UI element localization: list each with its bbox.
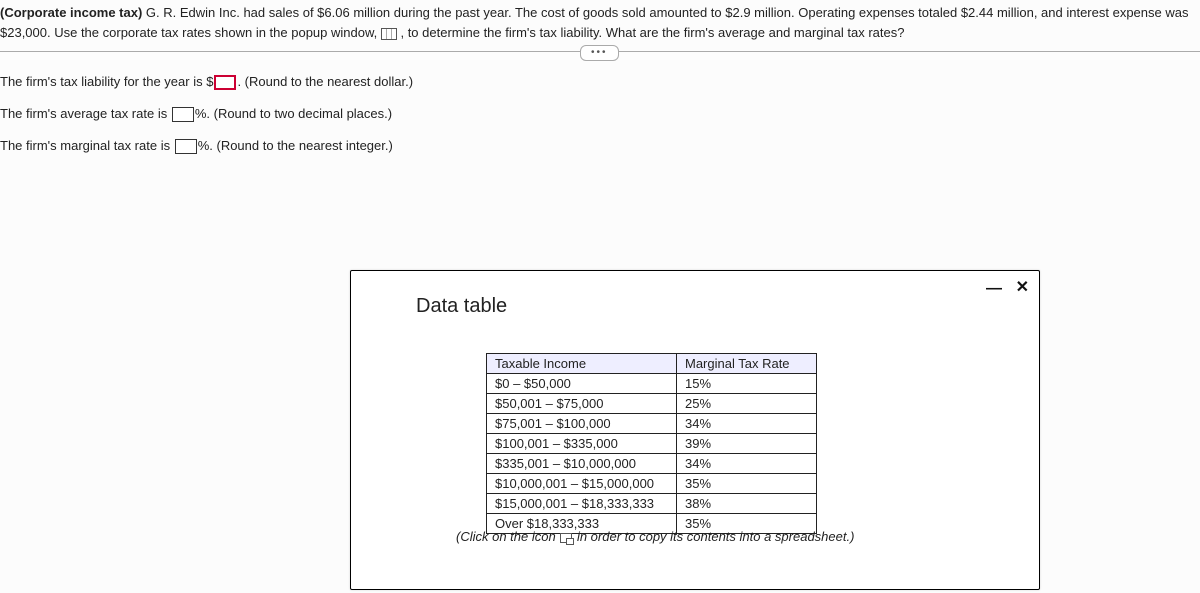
cell-income: $15,000,001 – $18,333,333 — [487, 494, 677, 514]
answer-section: The firm's tax liability for the year is… — [0, 74, 1200, 154]
cell-rate: 34% — [677, 414, 817, 434]
marginal-label-b: %. (Round to the nearest integer.) — [198, 138, 393, 153]
copy-note-a: (Click on the icon — [456, 529, 559, 544]
modal-controls: — ✕ — [976, 277, 1029, 298]
data-table-modal: — ✕ Data table Taxable Income Marginal T… — [350, 270, 1040, 590]
close-icon[interactable]: ✕ — [1016, 277, 1029, 297]
copy-icon[interactable] — [560, 533, 572, 543]
marginal-label-a: The firm's marginal tax rate is — [0, 138, 174, 153]
table-row: $50,001 – $75,00025% — [487, 394, 817, 414]
cell-income: $10,000,001 – $15,000,000 — [487, 474, 677, 494]
table-row: $15,000,001 – $18,333,33338% — [487, 494, 817, 514]
cell-rate: 25% — [677, 394, 817, 414]
table-header-row: Taxable Income Marginal Tax Rate — [487, 354, 817, 374]
cell-rate: 38% — [677, 494, 817, 514]
cell-rate: 35% — [677, 474, 817, 494]
average-label-b: %. (Round to two decimal places.) — [195, 106, 392, 121]
copy-note-b: in order to copy its contents into a spr… — [573, 529, 854, 544]
cell-income: $335,001 – $10,000,000 — [487, 454, 677, 474]
cell-rate: 39% — [677, 434, 817, 454]
tax-table: Taxable Income Marginal Tax Rate $0 – $5… — [486, 353, 817, 534]
answer-line-average: The firm's average tax rate is %. (Round… — [0, 106, 1200, 122]
table-row: $75,001 – $100,00034% — [487, 414, 817, 434]
tax-liability-input[interactable] — [214, 75, 236, 90]
table-row: $0 – $50,00015% — [487, 374, 817, 394]
liability-label-a: The firm's tax liability for the year is… — [0, 74, 213, 89]
cell-income: $100,001 – $335,000 — [487, 434, 677, 454]
modal-title: Data table — [416, 295, 507, 318]
marginal-rate-input[interactable] — [175, 139, 197, 154]
table-row: $100,001 – $335,00039% — [487, 434, 817, 454]
problem-body-b: , to determine the firm's tax liability.… — [397, 25, 905, 40]
table-row: $10,000,001 – $15,000,00035% — [487, 474, 817, 494]
answer-line-liability: The firm's tax liability for the year is… — [0, 74, 1200, 90]
copy-note: (Click on the icon in order to copy its … — [456, 529, 854, 544]
problem-title: (Corporate income tax) — [0, 5, 142, 20]
spreadsheet-icon[interactable] — [381, 28, 397, 40]
cell-income: $0 – $50,000 — [487, 374, 677, 394]
ellipsis-pill[interactable]: ••• — [580, 45, 619, 61]
cell-rate: 15% — [677, 374, 817, 394]
minimize-icon[interactable]: — — [986, 280, 1002, 298]
answer-line-marginal: The firm's marginal tax rate is %. (Roun… — [0, 138, 1200, 154]
liability-label-b: . (Round to the nearest dollar.) — [237, 74, 413, 89]
cell-rate: 34% — [677, 454, 817, 474]
average-label-a: The firm's average tax rate is — [0, 106, 171, 121]
table-row: $335,001 – $10,000,00034% — [487, 454, 817, 474]
header-income: Taxable Income — [487, 354, 677, 374]
average-rate-input[interactable] — [172, 107, 194, 122]
cell-income: $50,001 – $75,000 — [487, 394, 677, 414]
header-rate: Marginal Tax Rate — [677, 354, 817, 374]
cell-income: $75,001 – $100,000 — [487, 414, 677, 434]
